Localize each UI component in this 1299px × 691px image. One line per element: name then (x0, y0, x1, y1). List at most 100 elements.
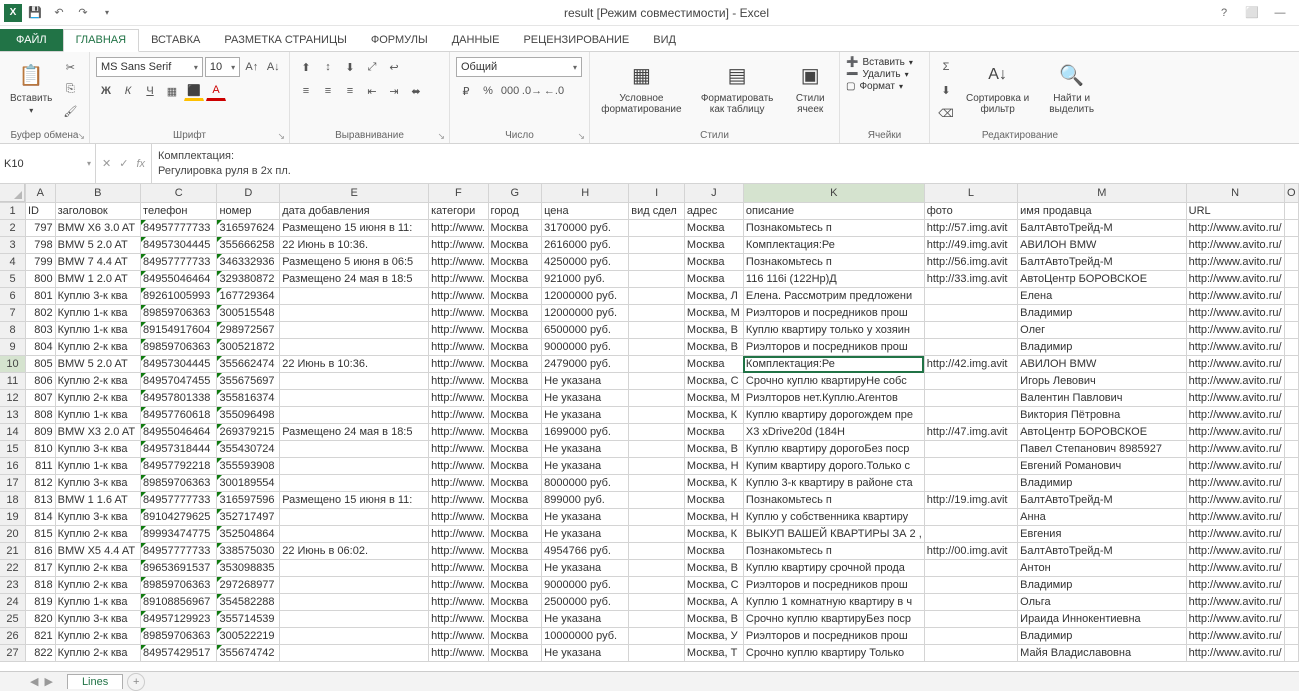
cell[interactable]: http://00.img.avit (924, 543, 1017, 560)
cell[interactable]: 84955046464 (141, 271, 217, 288)
cell[interactable]: 1699000 руб. (542, 424, 629, 441)
sheet-tab[interactable]: Lines (67, 674, 123, 689)
row-header[interactable]: 11 (0, 373, 26, 390)
cell[interactable]: 89104279625 (141, 509, 217, 526)
cell[interactable] (629, 645, 685, 662)
cell[interactable]: Куплю 2-к ква (55, 577, 140, 594)
cell[interactable]: Размещено 15 июня в 11: (280, 492, 429, 509)
column-header[interactable]: O (1284, 184, 1298, 203)
cell[interactable]: 814 (26, 509, 56, 526)
cell[interactable] (629, 475, 685, 492)
cell[interactable]: Риэлторов и посредников прош (743, 577, 924, 594)
cell[interactable]: 355816374 (217, 390, 280, 407)
cell[interactable]: http://www.avito.ru/ (1186, 220, 1284, 237)
cell[interactable]: Москва, К (684, 526, 743, 543)
cell[interactable]: Не указана (542, 441, 629, 458)
cell[interactable]: Комплектация:Ре (743, 356, 924, 373)
cell[interactable] (280, 322, 429, 339)
cell[interactable]: http://www. (429, 288, 488, 305)
cell[interactable]: Риэлторов нет.Куплю.Агентов (743, 390, 924, 407)
row-header[interactable]: 6 (0, 288, 26, 305)
cell[interactable] (629, 390, 685, 407)
cell[interactable]: 89154917604 (141, 322, 217, 339)
cell[interactable]: 89859706363 (141, 339, 217, 356)
cell[interactable]: БалтАвтоТрейд-М (1018, 254, 1186, 271)
cell[interactable]: 899000 руб. (542, 492, 629, 509)
column-header[interactable]: E (280, 184, 429, 203)
decrease-indent-icon[interactable]: ⇤ (362, 81, 382, 101)
cell[interactable]: Москва, К (684, 475, 743, 492)
cell[interactable]: Не указана (542, 458, 629, 475)
cell[interactable] (629, 356, 685, 373)
cell[interactable]: http://www. (429, 475, 488, 492)
cell[interactable]: Москва (684, 356, 743, 373)
cut-icon[interactable]: ✂ (60, 57, 80, 77)
column-header[interactable]: H (542, 184, 629, 203)
help-icon[interactable]: ? (1211, 3, 1237, 23)
cell[interactable]: номер (217, 203, 280, 220)
cell[interactable]: Владимир (1018, 577, 1186, 594)
cell[interactable]: Размещено 24 мая в 18:5 (280, 271, 429, 288)
cell[interactable]: http://www.avito.ru/ (1186, 543, 1284, 560)
cell[interactable] (280, 526, 429, 543)
cell[interactable]: http://www. (429, 220, 488, 237)
cell[interactable] (924, 594, 1017, 611)
cell[interactable]: Не указана (542, 373, 629, 390)
cell[interactable]: Антон (1018, 560, 1186, 577)
cell[interactable] (1284, 254, 1298, 271)
cell[interactable]: АвтоЦентр БОРОВСКОЕ (1018, 424, 1186, 441)
cell[interactable]: Москва, У (684, 628, 743, 645)
cell[interactable]: Москва (488, 611, 542, 628)
cell[interactable]: http://www.avito.ru/ (1186, 322, 1284, 339)
cell[interactable] (629, 441, 685, 458)
cell[interactable] (924, 305, 1017, 322)
cell[interactable]: http://www. (429, 577, 488, 594)
cell[interactable]: описание (743, 203, 924, 220)
increase-decimal-icon[interactable]: .0→ (522, 81, 542, 101)
cell[interactable] (1284, 441, 1298, 458)
cell[interactable]: 817 (26, 560, 56, 577)
cell[interactable]: http://www.avito.ru/ (1186, 645, 1284, 662)
increase-indent-icon[interactable]: ⇥ (384, 81, 404, 101)
cell[interactable] (280, 458, 429, 475)
clear-icon[interactable]: ⌫ (936, 103, 956, 123)
cell[interactable]: BMW 1 2.0 AT (55, 271, 140, 288)
cell[interactable]: заголовок (55, 203, 140, 220)
cell[interactable]: 4250000 руб. (542, 254, 629, 271)
cell[interactable] (629, 271, 685, 288)
cell[interactable] (280, 305, 429, 322)
cell[interactable]: Куплю 2-к ква (55, 628, 140, 645)
cell[interactable]: Ираида Иннокентиевна (1018, 611, 1186, 628)
cell[interactable]: 84957792218 (141, 458, 217, 475)
cell[interactable]: Куплю 3-к ква (55, 475, 140, 492)
cell[interactable]: 3170000 руб. (542, 220, 629, 237)
insert-cells-button[interactable]: ➕Вставить▾ (846, 57, 923, 68)
cell[interactable]: http://www. (429, 305, 488, 322)
cell[interactable]: http://www. (429, 611, 488, 628)
cell[interactable]: http://www.avito.ru/ (1186, 560, 1284, 577)
cell[interactable]: http://www.avito.ru/ (1186, 509, 1284, 526)
cell[interactable]: 22 Июнь в 10:36. (280, 356, 429, 373)
row-header[interactable]: 5 (0, 271, 26, 288)
cell[interactable]: 9000000 руб. (542, 339, 629, 356)
cell[interactable]: 300521872 (217, 339, 280, 356)
redo-icon[interactable]: ↷ (72, 2, 94, 24)
cell[interactable]: Куплю 2-к ква (55, 373, 140, 390)
column-header[interactable]: N (1186, 184, 1284, 203)
cell[interactable]: 819 (26, 594, 56, 611)
cell[interactable]: 801 (26, 288, 56, 305)
cell[interactable]: BMW 7 4.4 AT (55, 254, 140, 271)
cell[interactable]: 816 (26, 543, 56, 560)
cell[interactable] (924, 509, 1017, 526)
tab-file[interactable]: ФАЙЛ (0, 29, 63, 51)
cell[interactable]: Срочно куплю квартируБез поср (743, 611, 924, 628)
cell[interactable]: 6500000 руб. (542, 322, 629, 339)
cell[interactable] (1284, 373, 1298, 390)
cell[interactable]: 89859706363 (141, 577, 217, 594)
cell[interactable]: 89859706363 (141, 305, 217, 322)
cell[interactable]: 9000000 руб. (542, 577, 629, 594)
cell[interactable]: 84957304445 (141, 237, 217, 254)
minimize-icon[interactable]: — (1267, 3, 1293, 23)
cell[interactable]: АВИЛОН BMW (1018, 237, 1186, 254)
cell[interactable]: Куплю 3-к ква (55, 611, 140, 628)
